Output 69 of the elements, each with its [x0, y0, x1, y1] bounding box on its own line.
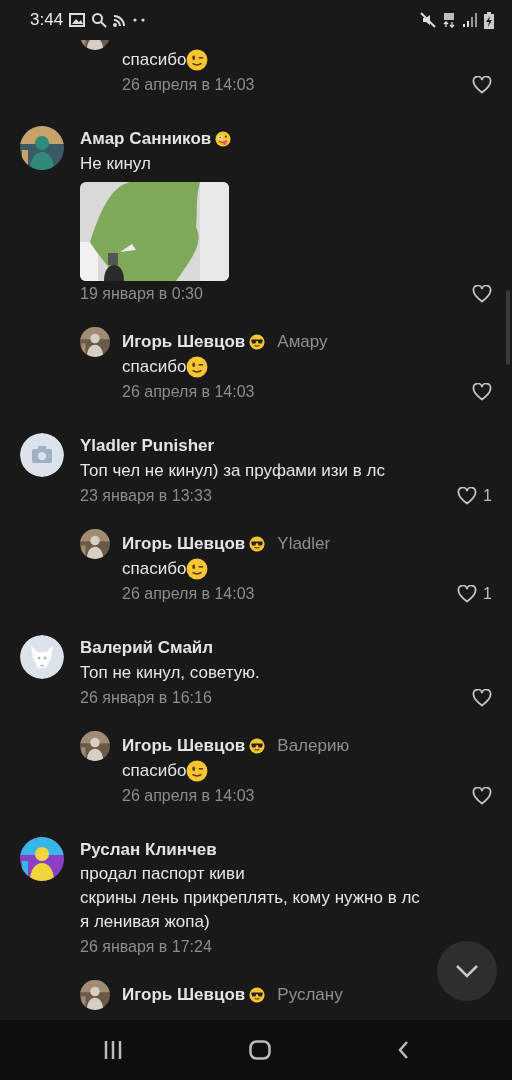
comment-date: 26 апреля в 14:03 [122, 786, 255, 805]
comment-text: Топ чел не кинул) за пруфами изи в лс [80, 459, 385, 482]
rss-icon [113, 13, 127, 27]
signal-icon [462, 13, 478, 27]
author-name[interactable]: Валерий Смайл [80, 637, 214, 658]
reply-to-link[interactable]: Yladler [277, 533, 331, 554]
comment-text: продал паспорт киви скрины лень прикреплять, кому нужно в лс я ленивая жопа) [80, 863, 420, 933]
scrollbar[interactable] [506, 290, 510, 365]
author-name[interactable]: Руслан Клинчев [80, 839, 217, 860]
comment-text: Топ не кинул, советую. [80, 661, 260, 684]
like-button[interactable]: 1 [457, 486, 492, 505]
author-name[interactable]: Амар Санников [80, 128, 212, 149]
comment-date: 26 апреля в 14:03 [122, 382, 255, 401]
back-icon [397, 1040, 409, 1060]
search-icon [91, 12, 108, 28]
comment-date: 26 апреля в 14:03 [122, 584, 255, 603]
heart-icon [457, 584, 478, 603]
image-icon [69, 13, 86, 27]
comment-date: 23 января в 13:33 [80, 486, 212, 505]
network-icon [442, 12, 456, 28]
like-button[interactable] [472, 382, 492, 401]
comment-text: спасибо [122, 355, 187, 378]
comment-date: 26 января в 17:24 [80, 937, 212, 956]
like-button[interactable] [472, 786, 492, 805]
like-count: 1 [483, 486, 492, 505]
wink-emoji-icon [186, 759, 209, 782]
comment-text: Не кинул [80, 152, 151, 175]
heart-icon [472, 75, 492, 94]
comment-text: спасибо [122, 48, 187, 71]
like-button[interactable] [472, 75, 492, 94]
sunglasses-emoji-icon [249, 737, 266, 754]
sunglasses-emoji-icon [249, 333, 266, 350]
silly-emoji-icon [215, 130, 232, 147]
heart-icon [472, 382, 492, 401]
like-button[interactable] [472, 688, 492, 707]
like-button[interactable]: 1 [457, 584, 492, 603]
dog-avatar-icon [20, 635, 64, 679]
home-icon [249, 1040, 271, 1060]
heart-icon [472, 284, 492, 303]
author-name[interactable]: Игорь Шевцов [122, 331, 246, 352]
camera-avatar-icon [20, 433, 64, 477]
wink-emoji-icon [186, 355, 209, 378]
status-time: 3:44 [30, 10, 64, 30]
recent-apps-icon [103, 1041, 123, 1059]
reply-to-link[interactable]: Руслану [277, 984, 343, 1005]
comment-date: 19 января в 0:30 [80, 284, 203, 303]
comment-date: 26 января в 16:16 [80, 688, 212, 707]
like-count: 1 [483, 584, 492, 603]
mute-icon [420, 12, 436, 28]
wink-emoji-icon [186, 557, 209, 580]
reply-to-link[interactable]: Валерию [277, 735, 350, 756]
like-button[interactable] [472, 284, 492, 303]
heart-icon [457, 486, 478, 505]
author-name[interactable]: Игорь Шевцов [122, 533, 246, 554]
sunglasses-emoji-icon [249, 986, 266, 1003]
author-name[interactable]: Yladler Punisher [80, 435, 215, 456]
heart-icon [472, 786, 492, 805]
more-icon [132, 18, 147, 22]
chevron-down-icon [455, 964, 479, 978]
comment-date: 26 апреля в 14:03 [122, 75, 255, 94]
sunglasses-emoji-icon [249, 535, 266, 552]
author-name[interactable]: Игорь Шевцов [122, 984, 246, 1005]
comment-text: спасибо [122, 759, 187, 782]
reply-to-link[interactable]: Амару [277, 331, 328, 352]
heart-icon [472, 688, 492, 707]
wink-emoji-icon [186, 48, 209, 71]
author-name[interactable]: Игорь Шевцов [122, 735, 246, 756]
comment-text: спасибо [122, 557, 187, 580]
battery-icon [484, 11, 494, 29]
